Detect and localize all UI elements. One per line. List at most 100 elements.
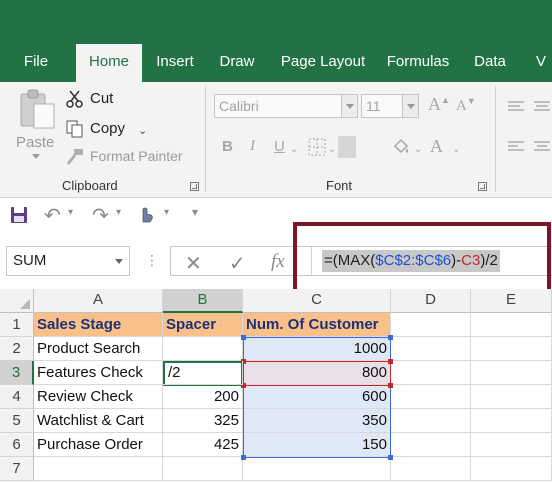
row-header-7[interactable]: 7 [0, 457, 34, 481]
row-header-3[interactable]: 3 [0, 361, 34, 385]
column-header-e[interactable]: E [471, 289, 552, 313]
select-all-button[interactable] [0, 289, 34, 313]
font-name-dropdown-icon[interactable] [341, 95, 357, 117]
cancel-icon[interactable]: ✕ [185, 251, 202, 276]
grow-font-icon[interactable]: A▲ [428, 94, 450, 115]
cell-b6[interactable]: 425 [163, 433, 243, 457]
range-handle[interactable] [241, 335, 246, 340]
column-header-d[interactable]: D [391, 289, 471, 313]
cell-d2[interactable] [391, 337, 471, 361]
cell-a5[interactable]: Watchlist & Cart [34, 409, 163, 433]
cell-e4[interactable] [471, 385, 552, 409]
cell-d5[interactable] [391, 409, 471, 433]
name-box-dropdown-icon[interactable] [115, 259, 123, 264]
row-header-1[interactable]: 1 [0, 313, 34, 337]
tab-draw[interactable]: Draw [212, 50, 262, 82]
range-handle[interactable] [241, 455, 246, 460]
format-painter-button[interactable]: Format Painter [66, 146, 196, 168]
cell-c1[interactable]: Num. Of Customer [243, 313, 391, 337]
cell-c4[interactable]: 600 [243, 385, 391, 409]
enter-icon[interactable]: ✓ [229, 251, 246, 276]
cut-button[interactable]: Cut [66, 88, 126, 110]
row-header-4[interactable]: 4 [0, 385, 34, 409]
cell-a7[interactable] [34, 457, 163, 481]
row-header-6[interactable]: 6 [0, 433, 34, 457]
tab-page-layout[interactable]: Page Layout [276, 50, 370, 82]
cell-ref-handle[interactable] [388, 383, 393, 388]
align-top-icon[interactable] [508, 100, 524, 114]
font-size-combo[interactable]: 11 [361, 94, 419, 118]
tab-data[interactable]: Data [468, 50, 512, 82]
save-icon[interactable] [10, 206, 28, 224]
borders-icon[interactable] [308, 138, 326, 156]
underline-button[interactable]: U [274, 138, 285, 155]
touch-dropdown-icon[interactable]: ▾ [164, 207, 169, 218]
cell-b4[interactable]: 200 [163, 385, 243, 409]
cell-b5[interactable]: 325 [163, 409, 243, 433]
customize-toolbar-icon[interactable]: ▾ [192, 205, 198, 219]
column-header-b[interactable]: B [163, 289, 243, 313]
cell-b1[interactable]: Spacer [163, 313, 243, 337]
range-handle[interactable] [388, 335, 393, 340]
align-left-icon[interactable] [508, 140, 524, 154]
underline-dropdown-icon[interactable]: ⌄ [290, 144, 298, 155]
insert-function-button[interactable]: fx [271, 251, 285, 273]
cell-a6[interactable]: Purchase Order [34, 433, 163, 457]
cell-c6[interactable]: 150 [243, 433, 391, 457]
fill-color-icon[interactable] [392, 138, 410, 156]
cell-b3-editing[interactable]: /2 [163, 361, 243, 385]
tab-insert[interactable]: Insert [150, 50, 200, 82]
font-size-dropdown-icon[interactable] [402, 95, 418, 117]
redo-icon[interactable]: ↷ [92, 203, 109, 228]
italic-button[interactable]: I [250, 138, 255, 155]
cell-a2[interactable]: Product Search [34, 337, 163, 361]
cell-e5[interactable] [471, 409, 552, 433]
align-middle-icon[interactable] [534, 100, 550, 114]
range-handle[interactable] [388, 455, 393, 460]
cell-a4[interactable]: Review Check [34, 385, 163, 409]
cell-c3[interactable]: 800 [243, 361, 391, 385]
tab-home[interactable]: Home [76, 44, 142, 82]
cell-a1[interactable]: Sales Stage [34, 313, 163, 337]
tab-formulas[interactable]: Formulas [382, 50, 454, 82]
bold-button[interactable]: B [222, 138, 233, 155]
name-box[interactable]: SUM [6, 246, 130, 276]
tab-view[interactable]: V [530, 50, 552, 82]
redo-dropdown-icon[interactable]: ▾ [116, 207, 121, 218]
cell-d6[interactable] [391, 433, 471, 457]
undo-icon[interactable]: ↶ [44, 203, 61, 228]
cell-d1[interactable] [391, 313, 471, 337]
cell-b2[interactable] [163, 337, 243, 361]
cell-e1[interactable] [471, 313, 552, 337]
cell-ref-handle[interactable] [388, 359, 393, 364]
copy-button[interactable]: Copy ⌄ [66, 118, 156, 140]
font-name-combo[interactable]: Calibri [214, 94, 358, 118]
cell-d3[interactable] [391, 361, 471, 385]
touch-mode-icon[interactable] [138, 205, 154, 223]
font-launcher-icon[interactable] [478, 182, 487, 191]
cell-e3[interactable] [471, 361, 552, 385]
row-header-5[interactable]: 5 [0, 409, 34, 433]
cell-c5[interactable]: 350 [243, 409, 391, 433]
paste-dropdown-icon[interactable] [32, 154, 40, 159]
cell-e2[interactable] [471, 337, 552, 361]
row-header-2[interactable]: 2 [0, 337, 34, 361]
column-header-c[interactable]: C [243, 289, 391, 313]
cell-c7[interactable] [243, 457, 391, 481]
column-header-a[interactable]: A [34, 289, 163, 313]
borders-dropdown-icon[interactable]: ⌄ [328, 144, 336, 155]
cell-d4[interactable] [391, 385, 471, 409]
cell-d7[interactable] [391, 457, 471, 481]
align-center-icon[interactable] [534, 140, 550, 154]
paste-button[interactable]: Paste [14, 88, 60, 159]
cell-b7[interactable] [163, 457, 243, 481]
cell-e6[interactable] [471, 433, 552, 457]
shrink-font-icon[interactable]: A▼ [456, 96, 476, 115]
undo-dropdown-icon[interactable]: ▾ [68, 207, 73, 218]
fill-color-dropdown-icon[interactable]: ⌄ [414, 144, 422, 155]
cell-e7[interactable] [471, 457, 552, 481]
clipboard-launcher-icon[interactable] [190, 182, 199, 191]
copy-dropdown-icon[interactable]: ⌄ [138, 124, 147, 137]
font-color-icon[interactable]: A [430, 136, 443, 157]
cell-c2[interactable]: 1000 [243, 337, 391, 361]
